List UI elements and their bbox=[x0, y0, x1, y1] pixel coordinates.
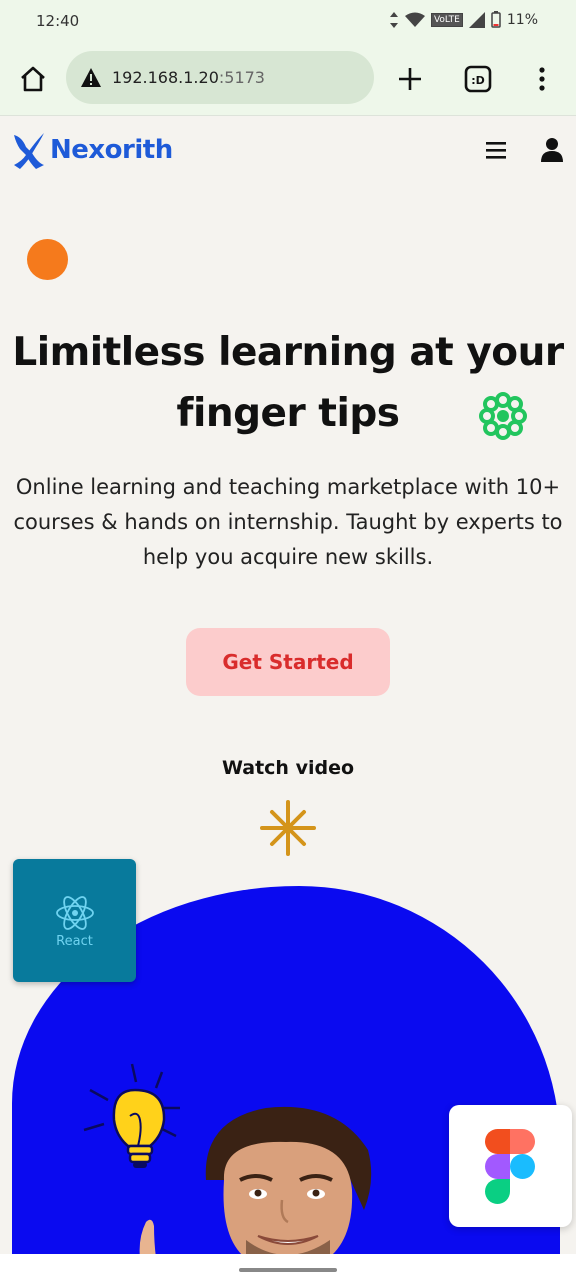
hero-subtitle: Online learning and teaching marketplace… bbox=[13, 475, 563, 569]
react-card-label: React bbox=[56, 934, 93, 949]
url-text: 192.168.1.20:5173 bbox=[112, 68, 265, 87]
warning-icon[interactable] bbox=[80, 67, 102, 89]
pointing-finger bbox=[139, 1219, 156, 1258]
tabs-icon[interactable]: :D bbox=[464, 65, 492, 93]
figma-card bbox=[449, 1105, 572, 1227]
data-arrows-icon bbox=[389, 11, 398, 28]
url-bar[interactable]: 192.168.1.20:5173 bbox=[66, 51, 374, 104]
user-icon[interactable] bbox=[540, 137, 564, 163]
decorative-orange-dot bbox=[27, 239, 68, 280]
status-bar: 12:40 VoLTE 11% bbox=[0, 0, 576, 44]
battery-icon bbox=[491, 11, 501, 28]
home-icon[interactable] bbox=[18, 64, 48, 94]
menu-icon[interactable] bbox=[484, 139, 508, 161]
logo-mark-icon bbox=[14, 133, 44, 169]
plus-icon[interactable] bbox=[396, 65, 424, 93]
get-started-button[interactable]: Get Started bbox=[186, 628, 390, 696]
status-icons: VoLTE 11% bbox=[389, 11, 538, 28]
decorative-flower-icon bbox=[479, 392, 527, 440]
decorative-star-icon bbox=[260, 800, 316, 856]
hero-title-line2: finger tips bbox=[176, 391, 400, 436]
figma-logo-icon bbox=[485, 1129, 535, 1204]
lightbulb-icon bbox=[83, 1063, 180, 1168]
url-port: :5173 bbox=[218, 68, 265, 87]
hero-title-line1: Limitless learning at your bbox=[12, 330, 564, 375]
brand-name: Nexorith bbox=[50, 135, 173, 165]
battery-percent: 11% bbox=[506, 11, 538, 28]
signal-icon bbox=[468, 11, 485, 28]
volte-badge: VoLTE bbox=[430, 12, 463, 27]
svg-text::D: :D bbox=[471, 74, 485, 87]
site-header: Nexorith bbox=[0, 117, 576, 187]
gesture-handle[interactable] bbox=[239, 1268, 337, 1272]
brand-logo[interactable]: Nexorith bbox=[12, 129, 173, 171]
react-logo-icon bbox=[55, 896, 94, 930]
browser-toolbar: 192.168.1.20:5173 :D bbox=[0, 44, 576, 116]
student-photo bbox=[205, 1106, 372, 1260]
system-nav-bar bbox=[0, 1254, 576, 1280]
status-time: 12:40 bbox=[36, 12, 80, 30]
react-card: React bbox=[13, 859, 136, 982]
wifi-icon bbox=[404, 12, 425, 27]
url-host: 192.168.1.20 bbox=[112, 68, 219, 87]
watch-video-link[interactable]: Watch video bbox=[0, 757, 576, 779]
more-vert-icon[interactable] bbox=[532, 65, 552, 93]
